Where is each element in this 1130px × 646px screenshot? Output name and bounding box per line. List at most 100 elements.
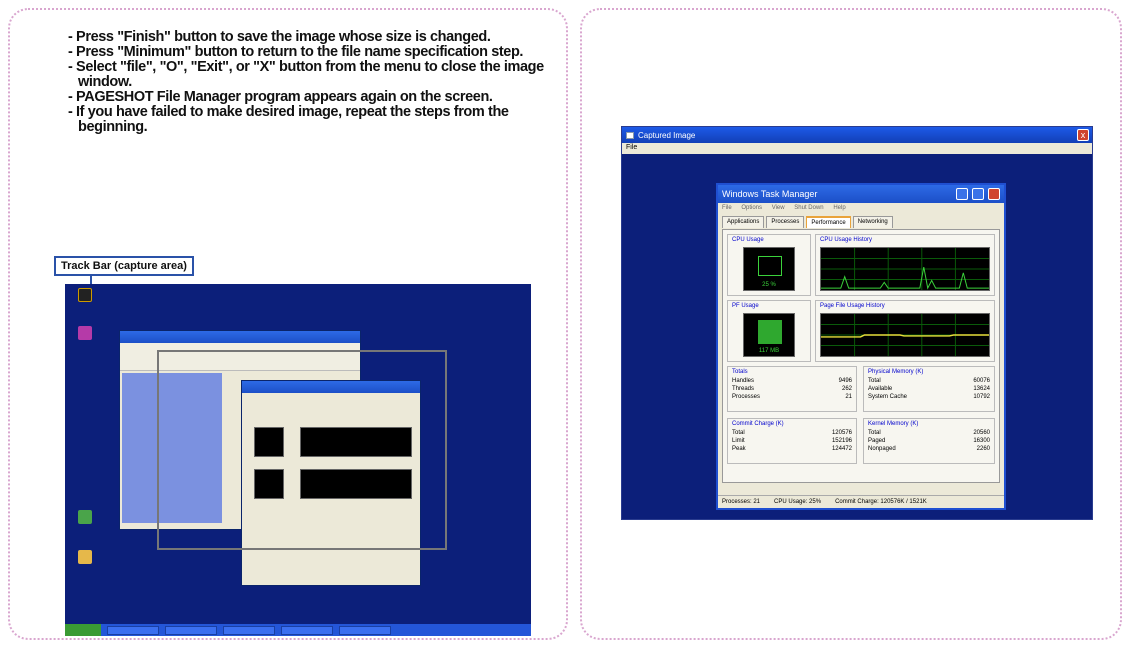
captured-image-window: Captured Image x File Windows Task Manag…	[621, 126, 1093, 520]
close-icon[interactable]: x	[1077, 129, 1089, 141]
row-label: Peak	[732, 446, 746, 452]
menu-file[interactable]: File	[626, 144, 637, 151]
cpu-history-plot	[821, 248, 989, 290]
tab-networking[interactable]: Networking	[852, 216, 893, 228]
cpu-history-line	[821, 267, 989, 290]
task-manager-status-bar: Processes: 21 CPU Usage: 25% Commit Char…	[718, 495, 1004, 508]
row-value: 13624	[973, 386, 990, 392]
window-icon	[626, 131, 634, 139]
task-manager-title: Windows Task Manager	[722, 189, 818, 199]
row-value: 10792	[973, 394, 990, 400]
pf-usage-bar	[758, 320, 782, 344]
instruction-item: - Press "Finish" button to save the imag…	[68, 29, 491, 45]
row-value: 152196	[831, 438, 852, 444]
pf-usage-meter: 117 MB	[743, 313, 795, 357]
menu-shut-down[interactable]: Shut Down	[794, 205, 823, 211]
cpu-usage-group: CPU Usage 25 %	[727, 234, 811, 296]
physical-memory-group: Physical Memory (K) Total 60076 Available…	[863, 366, 995, 412]
captured-image-title-bar: Captured Image x	[622, 127, 1092, 143]
menu-options[interactable]: Options	[741, 205, 762, 211]
row-label: System Cache	[868, 394, 908, 400]
commit-charge-row-limit: Limit 152196	[732, 437, 852, 445]
menu-help[interactable]: Help	[833, 205, 845, 211]
totals-row-threads: Threads 262	[732, 385, 852, 393]
cpu-history-group: CPU Usage History	[815, 234, 995, 296]
pf-usage-label: PF Usage	[732, 303, 759, 309]
cpu-usage-value: 25 %	[762, 282, 776, 288]
row-label: Processes	[732, 394, 761, 400]
menu-view[interactable]: View	[772, 205, 785, 211]
pf-history-group: Page File Usage History	[815, 300, 995, 362]
tab-processes[interactable]: Processes	[766, 216, 805, 228]
start-button[interactable]	[65, 624, 101, 636]
explorer-title-bar	[120, 331, 360, 343]
totals-row-processes: Processes 21	[732, 393, 852, 401]
desktop-icon[interactable]	[69, 550, 101, 566]
tab-performance[interactable]: Performance	[806, 216, 851, 228]
kernel-memory-row-paged: Paged 16300	[868, 437, 990, 445]
cpu-usage-bar	[758, 256, 782, 276]
kernel-memory-row-nonpaged: Nonpaged 2260	[868, 445, 990, 453]
physical-memory-row-total: Total 60076	[868, 377, 990, 385]
pageshot-desktop-icon[interactable]	[69, 288, 101, 304]
pf-history-label: Page File Usage History	[820, 303, 885, 309]
track-bar-label: Track Bar (capture area)	[54, 256, 194, 276]
row-value: 21	[845, 394, 852, 400]
row-value: 124472	[831, 446, 852, 452]
thumb-pf-history-graph	[300, 469, 412, 499]
pf-usage-value: 117 MB	[758, 348, 780, 354]
instruction-item: - If you have failed to make desired ima…	[68, 104, 509, 135]
row-label: Total	[868, 430, 881, 436]
task-manager-title-bar: Windows Task Manager	[718, 185, 1004, 203]
menu-file[interactable]: File	[722, 205, 732, 211]
taskbar-button[interactable]	[281, 625, 333, 635]
row-label: Available	[868, 386, 893, 392]
commit-charge-row-peak: Peak 124472	[732, 445, 852, 453]
instruction-item: - PAGESHOT File Manager program appears …	[68, 89, 493, 105]
commit-charge-label: Commit Charge (K)	[732, 421, 784, 427]
row-label: Paged	[868, 438, 886, 444]
explorer-toolbar	[120, 343, 360, 371]
commit-charge-row-total: Total 120576	[732, 429, 852, 437]
taskbar	[65, 624, 531, 636]
cpu-usage-label: CPU Usage	[732, 237, 764, 243]
row-value: 262	[841, 386, 852, 392]
captured-image-menu: File	[622, 143, 1092, 154]
status-commit-charge: Commit Charge: 120576K / 1521K	[835, 499, 927, 505]
explorer-task-pane	[122, 373, 222, 523]
close-icon[interactable]	[988, 188, 1000, 200]
desktop-icon[interactable]	[69, 510, 101, 526]
kernel-memory-label: Kernel Memory (K)	[868, 421, 919, 427]
taskbar-button[interactable]	[107, 625, 159, 635]
desktop-icon[interactable]	[69, 326, 101, 342]
desktop-screenshot	[65, 284, 531, 636]
taskbar-button[interactable]	[339, 625, 391, 635]
row-label: Threads	[732, 386, 755, 392]
performance-tab-body: CPU Usage 25 % CPU Usage History PF Usag…	[722, 229, 1000, 483]
left-panel: - Press "Finish" button to save the imag…	[8, 8, 568, 640]
pf-usage-group: PF Usage 117 MB	[727, 300, 811, 362]
captured-image-title: Captured Image	[638, 130, 696, 140]
totals-group: Totals Handles 9496 Threads 262 Processes 2…	[727, 366, 857, 412]
pf-history-graph	[820, 313, 990, 357]
maximize-icon[interactable]	[972, 188, 984, 200]
row-value: 20560	[973, 430, 990, 436]
physical-memory-label: Physical Memory (K)	[868, 369, 924, 375]
taskbar-button[interactable]	[223, 625, 275, 635]
kernel-memory-row-total: Total 20560	[868, 429, 990, 437]
instruction-item: - Select "file", "O", "Exit", or "X" but…	[68, 59, 544, 90]
kernel-memory-group: Kernel Memory (K) Total 20560 Paged 16300 …	[863, 418, 995, 464]
row-label: Limit	[732, 438, 745, 444]
tab-applications[interactable]: Applications	[722, 216, 765, 228]
row-label: Total	[732, 430, 745, 436]
totals-row-handles: Handles 9496	[732, 377, 852, 385]
thumb-pf-graph	[254, 469, 284, 499]
task-manager-tabs: Applications Processes Performance Netwo…	[718, 214, 1004, 228]
row-value: 60076	[973, 378, 990, 384]
status-processes: Processes: 21	[722, 499, 761, 505]
thumb-cpu-graph	[254, 427, 284, 457]
minimize-icon[interactable]	[956, 188, 968, 200]
pf-history-plot	[821, 314, 989, 356]
row-value: 16300	[973, 438, 990, 444]
taskbar-button[interactable]	[165, 625, 217, 635]
